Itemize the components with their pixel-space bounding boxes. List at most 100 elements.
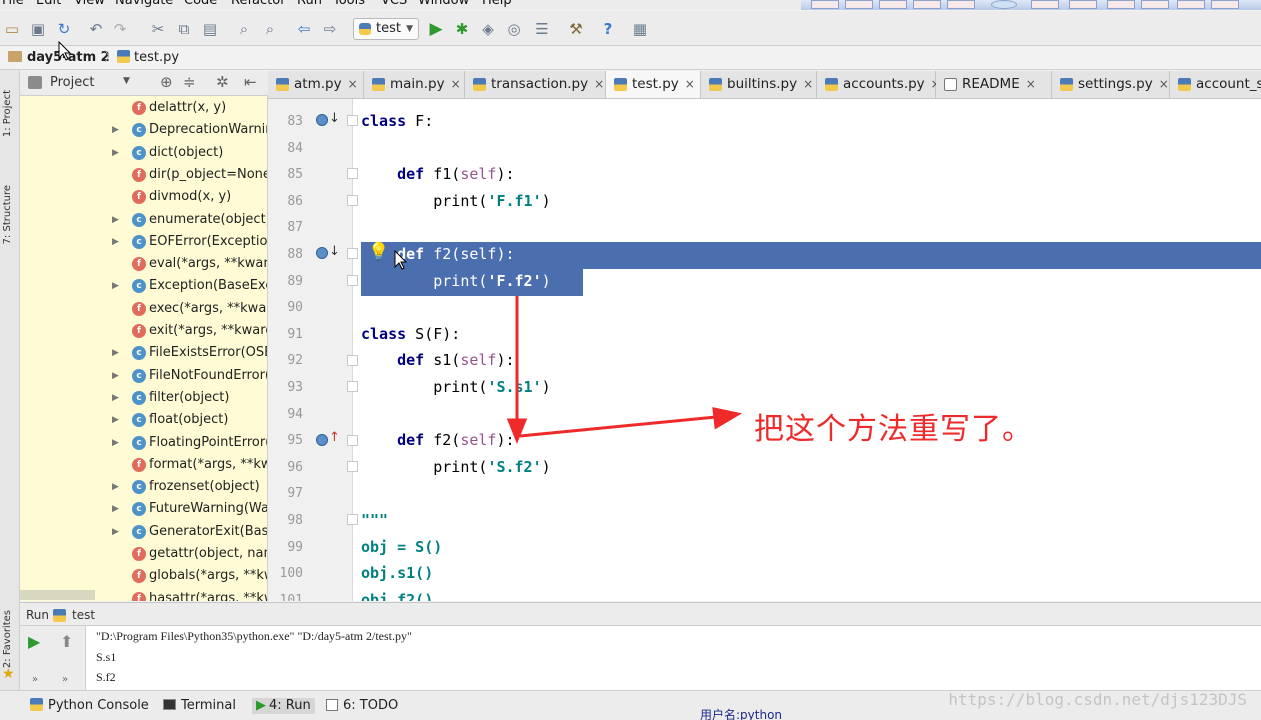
menu-code[interactable]: Code: [184, 0, 217, 8]
overriding-method-icon[interactable]: [316, 434, 328, 446]
editor-tab[interactable]: accounts.py×: [817, 71, 941, 98]
back-icon[interactable]: ⇦: [294, 19, 314, 39]
code-line[interactable]: def s1(self):: [361, 347, 514, 374]
overridden-method-icon[interactable]: [316, 247, 328, 259]
python-console-tab[interactable]: Python Console: [30, 698, 149, 714]
chevron-right-icon[interactable]: ▶: [112, 498, 119, 520]
collapse-all-icon[interactable]: ≑: [183, 73, 196, 91]
editor-tab[interactable]: account_sa: [1170, 71, 1261, 98]
todo-tab[interactable]: 6: TODO: [326, 698, 398, 714]
editor-tab[interactable]: README ×: [936, 71, 1052, 98]
menu-edit[interactable]: Edit: [36, 0, 61, 8]
tree-item[interactable]: f delattr(x, y): [20, 97, 267, 119]
menu-view[interactable]: View: [74, 0, 105, 8]
chevron-right-icon[interactable]: ▶: [112, 209, 119, 231]
fold-marker-icon[interactable]: [347, 381, 358, 392]
scroll-up-icon[interactable]: ⬆: [60, 632, 73, 651]
open-folder-icon[interactable]: ▭: [2, 19, 22, 39]
fold-marker-icon[interactable]: [347, 168, 358, 179]
run-icon[interactable]: ▶: [426, 19, 446, 39]
code-line[interactable]: """: [361, 507, 388, 534]
coverage-icon[interactable]: ◈: [478, 19, 498, 39]
menu-vcs[interactable]: VCS: [381, 0, 407, 8]
close-icon[interactable]: ×: [1026, 77, 1036, 91]
project-scrollbar[interactable]: [20, 590, 95, 600]
paste-icon[interactable]: ▤: [200, 19, 220, 39]
settings-icon[interactable]: ⚒: [566, 19, 586, 39]
fold-marker-icon[interactable]: [347, 275, 358, 286]
star-icon[interactable]: ★: [2, 666, 15, 682]
fold-marker-icon[interactable]: [347, 435, 358, 446]
tree-item[interactable]: ▶ c dict(object): [20, 142, 267, 164]
tree-item[interactable]: ▶ c enumerate(object): [20, 209, 267, 231]
tree-item[interactable]: ▶ c Exception(BaseExce: [20, 275, 267, 297]
editor-tab[interactable]: builtins.py ×: [701, 71, 817, 98]
code-editor[interactable]: 83 84 85 86 87 88 89 90 91 92 93 94 95 96 97 98 99 100 101…: [268, 99, 1261, 601]
close-icon[interactable]: ×: [803, 77, 813, 91]
fold-marker-icon[interactable]: [347, 355, 358, 366]
find-icon[interactable]: ⌕: [234, 19, 254, 39]
chevron-right-icon[interactable]: ▶: [112, 387, 119, 409]
tree-item[interactable]: ▶ c FileExistsError(OSE: [20, 342, 267, 364]
run-config-dropdown[interactable]: test ▼: [353, 18, 419, 40]
tree-item[interactable]: ▶ c DeprecationWarnir: [20, 119, 267, 141]
chevron-down-icon[interactable]: ▼: [123, 76, 130, 86]
code-line[interactable]: obj = S(): [361, 534, 442, 561]
close-icon[interactable]: ×: [685, 77, 695, 91]
hide-panel-icon[interactable]: ⇤: [244, 73, 257, 91]
terminal-tab[interactable]: Terminal: [163, 698, 236, 714]
menu-file[interactable]: File: [2, 0, 24, 8]
fold-marker-icon[interactable]: [347, 248, 358, 259]
help-icon[interactable]: ?: [598, 19, 618, 39]
concurrency-icon[interactable]: ☰: [532, 19, 552, 39]
breadcrumb-file[interactable]: test.py: [117, 49, 179, 67]
tree-item[interactable]: ▶ c FloatingPointError(: [20, 432, 267, 454]
tree-item[interactable]: ▶ c filter(object): [20, 387, 267, 409]
sdk-icon[interactable]: ▦: [630, 19, 650, 39]
close-icon[interactable]: ×: [348, 77, 358, 91]
menu-navigate[interactable]: Navigate: [115, 0, 173, 8]
code-line[interactable]: print('S.f2'): [361, 454, 550, 481]
editor-tab[interactable]: test.py ×: [606, 71, 701, 98]
tree-item[interactable]: ▶ c float(object): [20, 409, 267, 431]
more-icon[interactable]: »: [32, 674, 38, 685]
editor-tab[interactable]: atm.py ×: [268, 71, 364, 98]
menu-tools[interactable]: Tools: [333, 0, 365, 8]
overridden-method-icon[interactable]: [316, 114, 328, 126]
debug-icon[interactable]: ✱: [452, 19, 472, 39]
close-icon[interactable]: ×: [451, 77, 461, 91]
replace-icon[interactable]: ⌕: [260, 19, 280, 39]
tree-item[interactable]: f exit(*args, **kwargs: [20, 320, 267, 342]
tree-item[interactable]: f globals(*args, **kw: [20, 565, 267, 587]
project-panel-title[interactable]: Project: [50, 75, 94, 90]
code-line[interactable]: print('S.s1'): [361, 374, 550, 401]
code-line[interactable]: print('F.f1'): [361, 188, 550, 215]
code-line[interactable]: obj.f2(): [361, 587, 433, 601]
chevron-right-icon[interactable]: ▶: [112, 119, 119, 141]
code-line[interactable]: obj.s1(): [361, 560, 433, 587]
code-line[interactable]: def f1(self):: [361, 161, 514, 188]
close-icon[interactable]: ×: [1159, 77, 1169, 91]
code-line[interactable]: class F:: [361, 108, 433, 135]
chevron-right-icon[interactable]: ▶: [112, 365, 119, 387]
sync-icon[interactable]: ↻: [54, 19, 74, 39]
tree-item[interactable]: ▶ c FutureWarning(War: [20, 498, 267, 520]
save-icon[interactable]: ▣: [28, 19, 48, 39]
tree-item[interactable]: f exec(*args, **kwarg: [20, 298, 267, 320]
menu-refactor[interactable]: Refactor: [231, 0, 286, 8]
chevron-right-icon[interactable]: ▶: [112, 142, 119, 164]
code-line[interactable]: class S(F):: [361, 321, 460, 348]
tree-item[interactable]: ▶ c EOFError(Exception: [20, 231, 267, 253]
chevron-right-icon[interactable]: ▶: [112, 275, 119, 297]
tab-project-side[interactable]: 1: Project: [2, 90, 13, 137]
tree-item[interactable]: f format(*args, **kwa: [20, 454, 267, 476]
tree-item[interactable]: ▶ c frozenset(object): [20, 476, 267, 498]
fold-marker-icon[interactable]: [347, 115, 358, 126]
tab-structure-side[interactable]: 7: Structure: [2, 185, 13, 244]
more-icon[interactable]: »: [62, 674, 68, 685]
scroll-from-source-icon[interactable]: ⊕: [160, 73, 173, 91]
redo-icon[interactable]: ↷: [110, 19, 130, 39]
chevron-right-icon[interactable]: ▶: [112, 231, 119, 253]
gear-icon[interactable]: ✲: [216, 73, 229, 91]
editor-tab[interactable]: main.py ×: [364, 71, 465, 98]
